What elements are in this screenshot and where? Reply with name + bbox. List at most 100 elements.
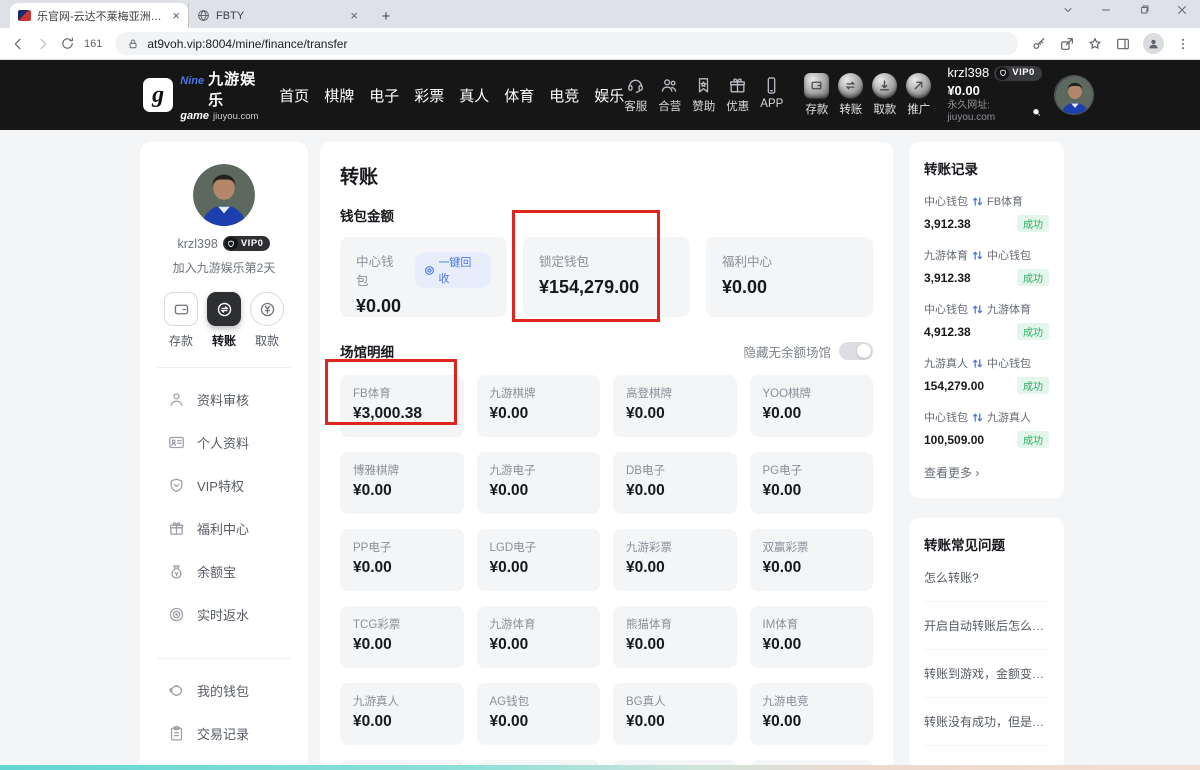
nav-slots[interactable]: 电子 — [369, 85, 399, 106]
venue-card[interactable]: IM体育 ¥0.00 — [750, 606, 874, 668]
hide-empty-venues-toggle[interactable] — [839, 342, 873, 360]
nav-sports[interactable]: 体育 — [504, 85, 534, 106]
bookmark-star-icon[interactable] — [1087, 36, 1103, 52]
venue-card[interactable]: PG电子 ¥0.00 — [750, 452, 874, 514]
magnifier-icon[interactable] — [1032, 107, 1042, 118]
faq-item[interactable]: 开启自动转账后怎么取... — [924, 602, 1049, 650]
password-key-icon[interactable] — [1031, 36, 1047, 52]
venue-card[interactable]: FB体育 ¥3,000.38 — [340, 375, 464, 437]
wallet-card-welfare[interactable]: 福利中心 ¥0.00 — [706, 237, 873, 317]
venue-card[interactable]: 熊猫体育 ¥0.00 — [613, 606, 737, 668]
venue-balance: ¥0.00 — [763, 713, 861, 731]
tab-close-icon[interactable]: × — [350, 8, 358, 23]
restore-icon[interactable] — [1138, 4, 1150, 16]
sponsor-button[interactable]: 赞助 — [692, 76, 715, 114]
sidebar-transfer-button[interactable]: 转账 — [207, 292, 241, 349]
back-icon[interactable] — [10, 36, 26, 52]
view-more-link[interactable]: 查看更多 › — [924, 464, 1049, 481]
withdraw-button[interactable]: 取款 — [872, 73, 897, 117]
transfer-exchange-icon — [207, 292, 241, 326]
reload-icon[interactable] — [60, 36, 75, 51]
sidebar-item-vip[interactable]: VIP特权 — [140, 464, 308, 507]
gift-icon — [168, 520, 185, 537]
menu-dots-icon[interactable] — [1176, 37, 1190, 51]
window-menu-icon[interactable] — [1062, 4, 1074, 16]
side-panel-icon[interactable] — [1115, 36, 1131, 52]
faq-item[interactable]: 转账到游戏，金额变少? — [924, 650, 1049, 698]
record-amount: 4,912.38 — [924, 325, 971, 339]
profile-avatar-icon[interactable] — [1143, 33, 1164, 54]
deposit-button[interactable]: 存款 — [804, 73, 829, 117]
venue-card[interactable]: AG钱包 ¥0.00 — [477, 683, 601, 745]
venue-card[interactable]: YOO棋牌 ¥0.00 — [750, 375, 874, 437]
sidebar-item-personal-info[interactable]: 个人资料 — [140, 421, 308, 464]
sidebar-item-my-wallet[interactable]: 我的钱包 — [140, 669, 308, 712]
nav-home[interactable]: 首页 — [279, 85, 309, 106]
one-click-recycle-button[interactable]: 一键回收 — [415, 252, 491, 288]
venue-card[interactable]: 双赢彩票 ¥0.00 — [750, 529, 874, 591]
share-icon[interactable] — [1059, 36, 1075, 52]
sidebar-withdraw-button[interactable]: 取款 — [250, 292, 284, 349]
venue-card[interactable]: 九游棋牌 ¥0.00 — [477, 375, 601, 437]
transfer-record[interactable]: 中心钱包 九游真人 100,509.00 成功 — [924, 409, 1049, 448]
transfer-button[interactable]: 转账 — [838, 73, 863, 117]
venue-name: TCG彩票 — [353, 616, 451, 632]
venue-card[interactable]: DB电子 ¥0.00 — [613, 452, 737, 514]
wallet-card-locked[interactable]: 锁定钱包 ¥154,279.00 — [523, 237, 690, 317]
venue-card[interactable]: 高登棋牌 ¥0.00 — [613, 375, 737, 437]
venue-card[interactable]: 九游彩票 ¥0.00 — [613, 529, 737, 591]
faq-item[interactable]: 转账没有成功，但是钱... — [924, 698, 1049, 746]
venue-card[interactable]: 九游真人 ¥0.00 — [340, 683, 464, 745]
nav-live[interactable]: 真人 — [459, 85, 489, 106]
venue-name: IM体育 — [763, 616, 861, 632]
vip-level: VIP0 — [1012, 67, 1035, 79]
main-nav: 首页 棋牌 电子 彩票 真人 体育 电竞 娱乐 — [279, 85, 624, 106]
sidebar-item-profile-review[interactable]: 资料审核 — [140, 378, 308, 421]
venue-card[interactable]: PP电子 ¥0.00 — [340, 529, 464, 591]
wallet-balance: ¥0.00 — [722, 277, 857, 298]
sidebar-item-welfare[interactable]: 福利中心 — [140, 507, 308, 550]
venue-name: FB体育 — [353, 385, 451, 401]
browser-tab-active[interactable]: 乐官网-云达不莱梅亚洲官方合作 × — [10, 3, 188, 28]
nav-chess[interactable]: 棋牌 — [324, 85, 354, 106]
wallet-card-center[interactable]: 中心钱包 一键回收 ¥0.00 — [340, 237, 507, 317]
partnership-button[interactable]: 合营 — [658, 76, 681, 114]
user-avatar[interactable] — [1054, 75, 1094, 115]
sidebar-avatar[interactable] — [193, 164, 255, 226]
app-download-button[interactable]: APP — [760, 76, 783, 114]
site-logo[interactable]: g Nine 九游娱乐 game jiuyou.com — [143, 68, 262, 122]
venue-card[interactable]: 九游电子 ¥0.00 — [477, 452, 601, 514]
minimize-icon[interactable] — [1100, 4, 1112, 16]
sidebar-item-realtime-rebate[interactable]: 实时返水 — [140, 593, 308, 636]
customer-service-button[interactable]: 客服 — [624, 76, 647, 114]
venue-card[interactable]: LGD电子 ¥0.00 — [477, 529, 601, 591]
wallet-section-title: 钱包金额 — [340, 205, 873, 225]
forward-icon[interactable] — [35, 36, 51, 52]
transfer-record[interactable]: 中心钱包 FB体育 3,912.38 成功 — [924, 193, 1049, 232]
logo-domain: jiuyou.com — [213, 111, 258, 122]
sidebar-item-yuebao[interactable]: 余额宝 — [140, 550, 308, 593]
window-close-icon[interactable] — [1176, 4, 1188, 16]
url-bar[interactable]: at9voh.vip:8004/mine/finance/transfer — [115, 32, 1018, 55]
new-tab-button[interactable]: + — [374, 4, 398, 28]
sidebar-username: krzl398 — [178, 237, 218, 251]
promote-button[interactable]: 推广 — [906, 73, 931, 117]
venue-card[interactable]: 博雅棋牌 ¥0.00 — [340, 452, 464, 514]
nav-lottery[interactable]: 彩票 — [414, 85, 444, 106]
record-from: 九游体育 — [924, 247, 968, 263]
tab-close-icon[interactable]: × — [172, 8, 180, 23]
venue-card[interactable]: 九游体育 ¥0.00 — [477, 606, 601, 668]
transfer-record[interactable]: 中心钱包 九游体育 4,912.38 成功 — [924, 301, 1049, 340]
browser-tab-fbty[interactable]: FBTY × — [188, 3, 366, 28]
transfer-record[interactable]: 九游真人 中心钱包 154,279.00 成功 — [924, 355, 1049, 394]
venue-card[interactable]: BG真人 ¥0.00 — [613, 683, 737, 745]
nav-entertainment[interactable]: 娱乐 — [594, 85, 624, 106]
nav-esports[interactable]: 电竞 — [549, 85, 579, 106]
venue-card[interactable]: TCG彩票 ¥0.00 — [340, 606, 464, 668]
promotions-button[interactable]: 优惠 — [726, 76, 749, 114]
sidebar-deposit-button[interactable]: 存款 — [164, 292, 198, 349]
faq-item[interactable]: 怎么转账? — [924, 554, 1049, 602]
venue-card[interactable]: 九游电竞 ¥0.00 — [750, 683, 874, 745]
sidebar-item-transaction-history[interactable]: 交易记录 — [140, 712, 308, 755]
transfer-record[interactable]: 九游体育 中心钱包 3,912.38 成功 — [924, 247, 1049, 286]
